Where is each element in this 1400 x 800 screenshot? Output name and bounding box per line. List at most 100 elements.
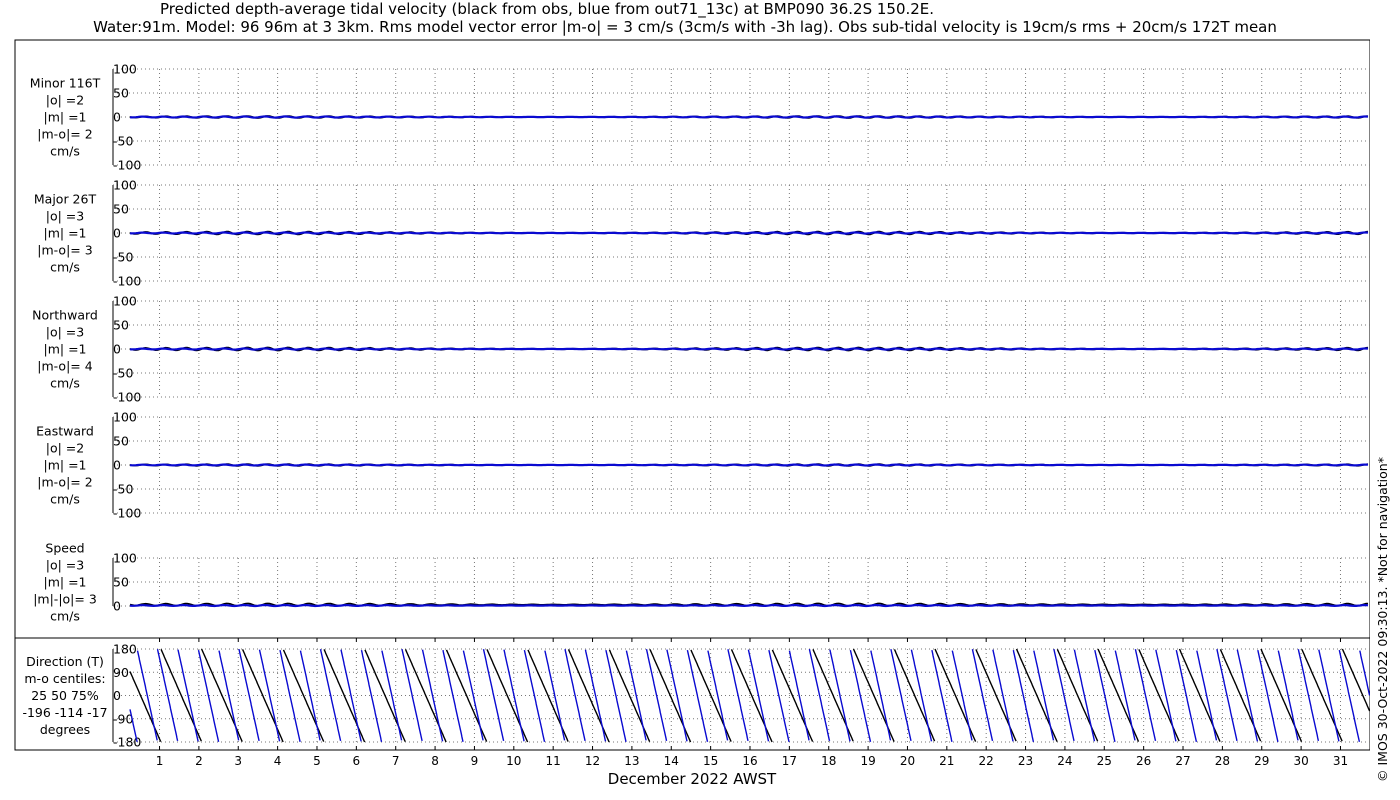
x-tick-label: 1 xyxy=(156,754,164,768)
panel-label-line: Major 26T xyxy=(34,192,97,207)
panel-label-line: Eastward xyxy=(36,424,94,439)
x-tick-label: 26 xyxy=(1136,754,1151,768)
y-tick-label: 50 xyxy=(113,575,129,590)
y-tick-label: 100 xyxy=(113,294,137,309)
panel-label-line: |o| =3 xyxy=(46,209,84,224)
y-tick-label: -180 xyxy=(113,735,141,750)
x-tick-label: 27 xyxy=(1175,754,1190,768)
model-series-line xyxy=(129,603,1369,608)
x-tick-label: 29 xyxy=(1254,754,1269,768)
panel-label-line: |m| =1 xyxy=(44,342,87,357)
y-tick-label: 100 xyxy=(113,410,137,425)
panel-label-line: Speed xyxy=(45,541,84,556)
x-tick-label: 9 xyxy=(471,754,479,768)
panel-speed: Speed |o| =3 |m| =1 |m|-|o|= 3 cm/s 100 50 0 xyxy=(33,541,1370,624)
x-tick-label: 15 xyxy=(703,754,718,768)
panel-label-line: Direction (T) xyxy=(26,654,104,669)
panel-minor: Minor 116T |o| =2 |m| =1 |m-o|= 2 cm/s 100 50 0… xyxy=(30,62,1370,173)
x-tick-label: 8 xyxy=(431,754,439,768)
y-tick-label: -50 xyxy=(113,134,133,149)
y-tick-label: 100 xyxy=(113,178,137,193)
model-series-line xyxy=(129,463,1369,467)
panel-label-line: |m-o|= 2 xyxy=(37,475,92,490)
y-tick-label: -50 xyxy=(113,250,133,265)
x-tick-label: 16 xyxy=(742,754,757,768)
panel-direction: Direction (T) m-o centiles: 25 50 75% -196 … xyxy=(22,642,1370,750)
y-tick-label: -100 xyxy=(113,506,141,521)
x-tick-label: 5 xyxy=(313,754,321,768)
y-tick-label: 0 xyxy=(113,342,121,357)
panel-label-line: cm/s xyxy=(50,144,80,159)
panel-label-line: degrees xyxy=(40,722,90,737)
panel-label-line: Minor 116T xyxy=(30,76,101,91)
y-tick-label: 180 xyxy=(113,642,137,657)
x-tick-label: 3 xyxy=(234,754,242,768)
x-axis-label: December 2022 AWST xyxy=(608,770,777,788)
y-tick-label: 0 xyxy=(113,110,121,125)
upper-frame xyxy=(14,39,1370,639)
panel-label-line: |m-o|= 2 xyxy=(37,127,92,142)
x-tick-label: 19 xyxy=(860,754,875,768)
model-series-line xyxy=(129,115,1369,119)
panel-label-line: |o| =3 xyxy=(46,325,84,340)
x-tick-label: 21 xyxy=(939,754,954,768)
x-tick-label: 12 xyxy=(585,754,600,768)
y-tick-label: 50 xyxy=(113,434,129,449)
panel-label-line: cm/s xyxy=(50,376,80,391)
y-tick-label: -100 xyxy=(113,158,141,173)
panel-label-line: |m-o|= 4 xyxy=(37,359,92,374)
x-tick-label: 6 xyxy=(353,754,361,768)
x-tick-label: 10 xyxy=(506,754,521,768)
y-tick-label: 100 xyxy=(113,62,137,77)
x-tick-label: 24 xyxy=(1057,754,1072,768)
y-tick-label: -50 xyxy=(113,366,133,381)
y-tick-label: 0 xyxy=(113,599,121,614)
y-tick-label: -100 xyxy=(113,390,141,405)
x-tick-label: 18 xyxy=(821,754,836,768)
x-tick-label: 7 xyxy=(392,754,400,768)
panel-label-line: |m| =1 xyxy=(44,110,87,125)
panel-label-line: 25 50 75% xyxy=(31,688,99,703)
panel-label-line: |m|-|o|= 3 xyxy=(33,592,97,607)
panel-label-line: |o| =2 xyxy=(46,93,84,108)
panel-eastward: Eastward |o| =2 |m| =1 |m-o|= 2 cm/s 100 50 0 -5… xyxy=(36,410,1370,521)
x-tick-label: 28 xyxy=(1215,754,1230,768)
x-tick-label: 31 xyxy=(1333,754,1348,768)
y-tick-label: 0 xyxy=(113,226,121,241)
x-tick-label: 13 xyxy=(624,754,639,768)
panel-label-line: |m| =1 xyxy=(44,575,87,590)
y-tick-label: -100 xyxy=(113,274,141,289)
panel-major: Major 26T |o| =3 |m| =1 |m-o|= 3 cm/s 100 50 0 -… xyxy=(34,178,1370,289)
y-tick-label: 50 xyxy=(113,318,129,333)
x-tick-label: 20 xyxy=(900,754,915,768)
x-tick-label: 23 xyxy=(1018,754,1033,768)
x-tick-label: 17 xyxy=(782,754,797,768)
x-tick-label: 30 xyxy=(1293,754,1308,768)
y-tick-label: 50 xyxy=(113,86,129,101)
panel-label-line: Northward xyxy=(32,308,98,323)
y-tick-label: -50 xyxy=(113,482,133,497)
y-tick-label: 100 xyxy=(113,551,137,566)
model-series-line xyxy=(129,347,1369,351)
panel-label-line: |m-o|= 3 xyxy=(37,243,92,258)
panel-label-line: |o| =3 xyxy=(46,558,84,573)
x-tick-label: 2 xyxy=(195,754,203,768)
panel-label-line: |m| =1 xyxy=(44,458,87,473)
x-tick-label: 22 xyxy=(979,754,994,768)
y-tick-label: 0 xyxy=(113,458,121,473)
y-tick-label: 0 xyxy=(113,688,121,703)
x-tick-label: 14 xyxy=(664,754,679,768)
x-tick-label: 11 xyxy=(546,754,561,768)
panel-label-line: cm/s xyxy=(50,492,80,507)
x-tick-label: 4 xyxy=(274,754,282,768)
model-series-line xyxy=(129,231,1369,235)
x-tick-label: 25 xyxy=(1097,754,1112,768)
panel-label-line: cm/s xyxy=(50,260,80,275)
panel-label-line: |m| =1 xyxy=(44,226,87,241)
panel-label-line: m-o centiles: xyxy=(24,671,105,686)
y-tick-label: 90 xyxy=(113,665,129,680)
model-direction-line xyxy=(1359,650,1370,696)
panel-label-line: cm/s xyxy=(50,609,80,624)
y-tick-label: 50 xyxy=(113,202,129,217)
panel-label-line: -196 -114 -17 xyxy=(22,705,107,720)
